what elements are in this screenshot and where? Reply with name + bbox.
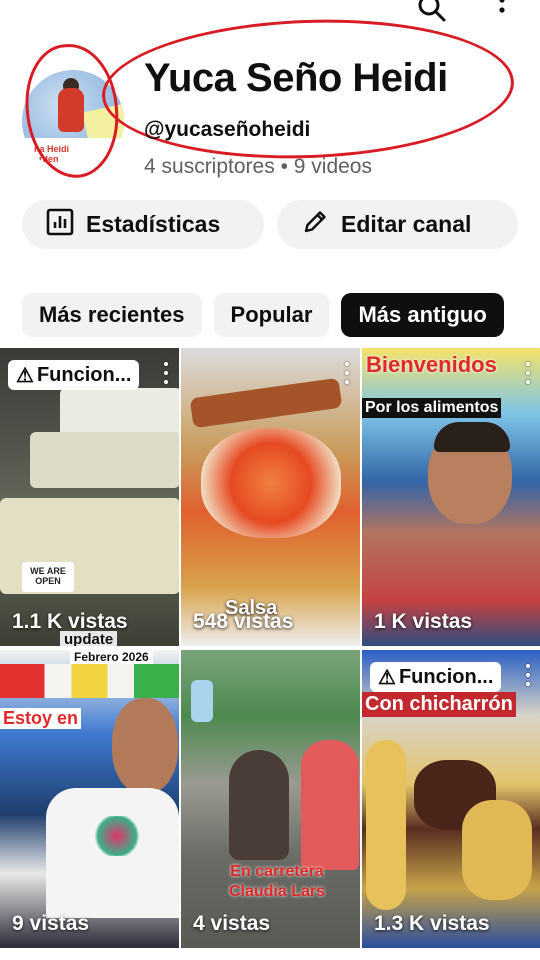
- edit-button-label: Editar canal: [341, 211, 472, 237]
- more-options-icon[interactable]: [525, 362, 531, 384]
- chip-most-recent[interactable]: Más recientes: [22, 293, 202, 337]
- video-grid: WE ARE OPEN update ⚠ Funcion... 1.1 K vi…: [0, 348, 540, 948]
- subscriber-count: 4 suscriptores: [144, 155, 275, 178]
- video-count: 9 videos: [293, 155, 372, 178]
- pencil-icon: [301, 208, 329, 242]
- status-badge-label: Funcion...: [36, 363, 132, 386]
- bar-chart-icon: [46, 208, 74, 242]
- edit-channel-button[interactable]: Editar canal: [277, 200, 518, 249]
- video-caption-top: Bienvenidos: [366, 352, 497, 377]
- view-count: 1.3 K vistas: [374, 912, 490, 935]
- view-count: 9 vistas: [12, 912, 90, 935]
- video-tile[interactable]: Bienvenidos Por los alimentos 1 K vistas: [362, 348, 540, 646]
- video-caption: Estoy en: [0, 708, 82, 729]
- warning-icon: ⚠: [16, 364, 34, 387]
- video-caption: En carretera Claudia Lars: [228, 863, 326, 900]
- video-tile[interactable]: Con chicharrón ⚠ Funcion... 1.3 K vistas: [362, 650, 540, 948]
- chip-popular[interactable]: Popular: [213, 293, 330, 337]
- seated-woman: [229, 750, 289, 860]
- sort-chips: Más recientes Popular Más antiguo: [22, 293, 504, 337]
- video-tile[interactable]: WE ARE OPEN update ⚠ Funcion... 1.1 K vi…: [0, 348, 179, 646]
- video-caption: Con chicharrón: [362, 692, 516, 717]
- food-tray: [30, 432, 179, 488]
- more-vert-icon[interactable]: [486, 0, 518, 22]
- video-tile[interactable]: Febrero 2026 Estoy en 9 vistas: [0, 650, 179, 948]
- stats-button[interactable]: Estadísticas: [22, 200, 264, 249]
- status-badge-label: Funcion...: [398, 665, 494, 688]
- standing-woman: [301, 740, 359, 870]
- view-count: 1 K vistas: [374, 610, 473, 633]
- status-badge: ⚠ Funcion...: [370, 662, 502, 692]
- view-count: 548 vistas: [193, 610, 294, 633]
- video-tile[interactable]: En carretera Claudia Lars 4 vistas: [181, 650, 360, 948]
- open-sign: WE ARE OPEN: [22, 562, 74, 592]
- channel-name: Yuca Seño Heidi: [144, 56, 448, 100]
- video-caption-top: Febrero 2026: [70, 650, 153, 664]
- video-caption: Por los alimentos: [362, 398, 502, 418]
- channel-meta: 4 suscriptores • 9 videos: [144, 155, 372, 179]
- search-icon[interactable]: [416, 0, 448, 22]
- cabbage-topping: [201, 428, 341, 538]
- plantain-slice: [366, 740, 406, 910]
- chip-oldest[interactable]: Más antiguo: [341, 293, 504, 337]
- toy-train: [0, 664, 179, 698]
- top-actions: [416, 0, 518, 22]
- fried-yuca: [189, 377, 343, 429]
- plantain-slice: [462, 800, 532, 900]
- butterfly-print: [92, 816, 142, 856]
- more-options-icon[interactable]: [163, 362, 169, 384]
- more-options-icon[interactable]: [344, 362, 350, 384]
- view-count: 1.1 K vistas: [12, 610, 128, 633]
- status-badge: ⚠ Funcion...: [8, 360, 140, 390]
- warning-icon: ⚠: [378, 666, 396, 689]
- meta-separator: •: [280, 155, 288, 178]
- stats-button-label: Estadísticas: [86, 211, 221, 237]
- view-count: 4 vistas: [193, 912, 271, 935]
- channel-handle: @yucaseñoheidi: [144, 118, 311, 141]
- presenter-face: [112, 698, 178, 794]
- video-tile[interactable]: Salsa 548 vistas: [181, 348, 360, 646]
- water-jug: [191, 680, 213, 722]
- open-sign-text: WE ARE OPEN: [30, 566, 66, 586]
- more-options-icon[interactable]: [525, 664, 531, 686]
- presenter-hair: [434, 422, 510, 452]
